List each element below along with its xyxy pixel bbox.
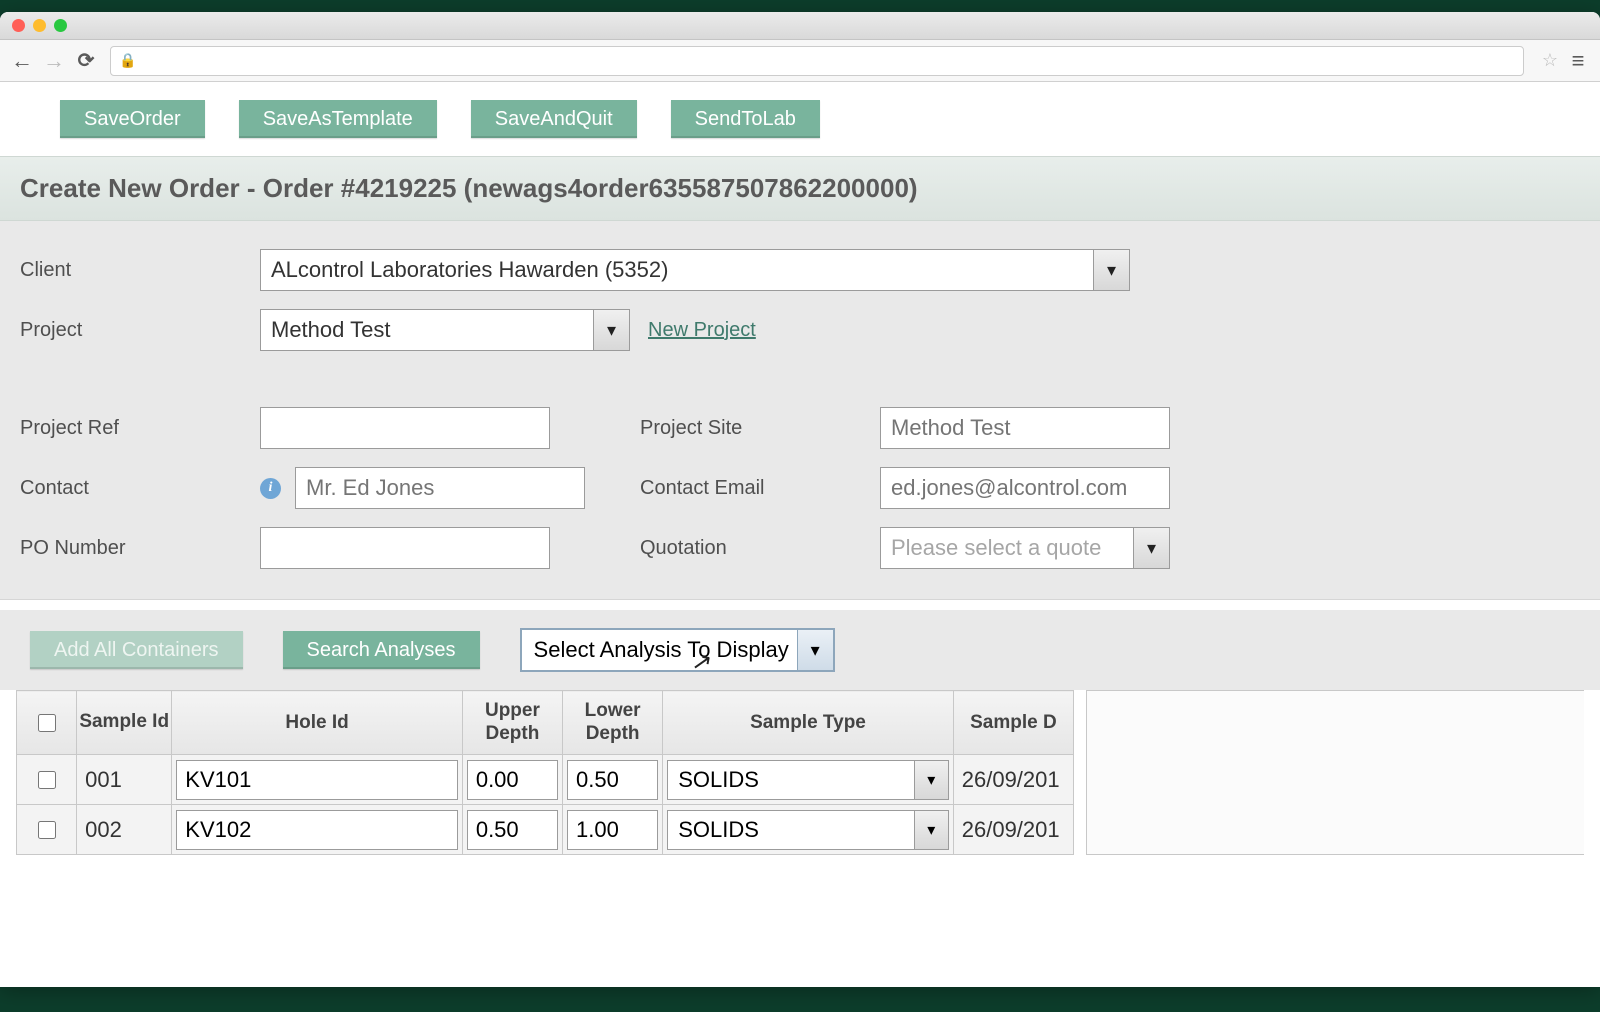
- info-icon[interactable]: i: [260, 478, 281, 499]
- reload-button[interactable]: ⟳: [74, 49, 98, 73]
- lower-depth-input[interactable]: [567, 810, 658, 850]
- contact-label: Contact: [20, 477, 260, 500]
- table-row: 001 SOLIDS▾ 26/09/201: [17, 755, 1074, 805]
- chevron-down-icon: ▾: [1133, 528, 1169, 568]
- sample-type-select[interactable]: SOLIDS▾: [667, 810, 949, 850]
- po-number-label: PO Number: [20, 537, 260, 560]
- column-upper-depth: Upper Depth: [462, 691, 562, 755]
- lock-icon: 🔒: [119, 52, 136, 69]
- save-as-template-button[interactable]: SaveAsTemplate: [239, 100, 437, 138]
- back-button[interactable]: ←: [10, 49, 34, 73]
- analysis-display-value: Select Analysis To Display: [534, 637, 789, 663]
- table-row: 002 SOLIDS▾ 26/09/201: [17, 805, 1074, 855]
- browser-window: ← → ⟳ 🔒 ☆ ≡ SaveOrder SaveAsTemplate Sav…: [0, 12, 1600, 987]
- chevron-down-icon: ▾: [1093, 250, 1129, 290]
- project-select-value: Method Test: [271, 317, 390, 343]
- hole-id-input[interactable]: [176, 810, 458, 850]
- column-sample-date: Sample D: [953, 691, 1073, 755]
- window-titlebar: [0, 12, 1600, 40]
- table-header-row: Sample Id Hole Id Upper Depth Lower Dept…: [17, 691, 1074, 755]
- window-controls: [12, 19, 67, 32]
- select-all-checkbox[interactable]: [38, 714, 56, 732]
- chevron-down-icon: ▾: [593, 310, 629, 350]
- sample-id-cell: 002: [77, 805, 171, 854]
- action-toolbar: SaveOrder SaveAsTemplate SaveAndQuit Sen…: [0, 82, 1600, 156]
- sample-date-cell: 26/09/201: [954, 805, 1073, 854]
- po-number-input[interactable]: [260, 527, 550, 569]
- address-bar[interactable]: 🔒: [110, 46, 1524, 76]
- analysis-display-select[interactable]: Select Analysis To Display ▾: [520, 628, 835, 672]
- hamburger-menu-icon[interactable]: ≡: [1566, 48, 1590, 74]
- samples-table: Sample Id Hole Id Upper Depth Lower Dept…: [16, 690, 1074, 855]
- order-form: Client ALcontrol Laboratories Hawarden (…: [0, 221, 1600, 600]
- page-title: Create New Order - Order #4219225 (newag…: [20, 173, 1580, 204]
- project-label: Project: [20, 319, 260, 342]
- save-order-button[interactable]: SaveOrder: [60, 100, 205, 138]
- chevron-down-icon: ▾: [797, 630, 833, 670]
- page-content: SaveOrder SaveAsTemplate SaveAndQuit Sen…: [0, 82, 1600, 987]
- quotation-select[interactable]: Please select a quote ▾: [880, 527, 1170, 569]
- browser-toolbar: ← → ⟳ 🔒 ☆ ≡: [0, 40, 1600, 82]
- forward-button[interactable]: →: [42, 49, 66, 73]
- row-checkbox[interactable]: [38, 821, 56, 839]
- search-analyses-button[interactable]: Search Analyses: [283, 631, 480, 669]
- hole-id-input[interactable]: [176, 760, 458, 800]
- save-and-quit-button[interactable]: SaveAndQuit: [471, 100, 637, 138]
- app-root: SaveOrder SaveAsTemplate SaveAndQuit Sen…: [0, 82, 1600, 855]
- sample-type-select[interactable]: SOLIDS▾: [667, 760, 949, 800]
- close-window-button[interactable]: [12, 19, 25, 32]
- project-ref-label: Project Ref: [20, 417, 260, 440]
- column-sample-id: Sample Id: [77, 691, 172, 755]
- upper-depth-input[interactable]: [467, 810, 558, 850]
- upper-depth-input[interactable]: [467, 760, 558, 800]
- side-panel: [1086, 690, 1584, 855]
- new-project-link[interactable]: New Project: [648, 319, 756, 342]
- column-lower-depth: Lower Depth: [563, 691, 663, 755]
- maximize-window-button[interactable]: [54, 19, 67, 32]
- project-select[interactable]: Method Test ▾: [260, 309, 630, 351]
- quotation-label: Quotation: [640, 537, 880, 560]
- column-sample-type: Sample Type: [663, 691, 954, 755]
- chevron-down-icon: ▾: [914, 761, 948, 799]
- project-ref-input[interactable]: [260, 407, 550, 449]
- lower-depth-input[interactable]: [567, 760, 658, 800]
- add-all-containers-button: Add All Containers: [30, 631, 243, 669]
- client-select-value: ALcontrol Laboratories Hawarden (5352): [271, 257, 668, 283]
- sample-date-cell: 26/09/201: [954, 755, 1073, 804]
- contact-email-input[interactable]: [880, 467, 1170, 509]
- column-hole-id: Hole Id: [172, 691, 463, 755]
- send-to-lab-button[interactable]: SendToLab: [671, 100, 820, 138]
- table-actions: Add All Containers Search Analyses Selec…: [0, 600, 1600, 690]
- chevron-down-icon: ▾: [914, 811, 948, 849]
- quotation-select-placeholder: Please select a quote: [891, 535, 1101, 561]
- project-site-label: Project Site: [640, 417, 880, 440]
- row-checkbox[interactable]: [38, 771, 56, 789]
- minimize-window-button[interactable]: [33, 19, 46, 32]
- bookmark-star-icon[interactable]: ☆: [1542, 50, 1558, 71]
- page-header: Create New Order - Order #4219225 (newag…: [0, 156, 1600, 221]
- contact-email-label: Contact Email: [640, 477, 880, 500]
- client-label: Client: [20, 259, 260, 282]
- sample-id-cell: 001: [77, 755, 171, 804]
- contact-input[interactable]: [295, 467, 585, 509]
- client-select[interactable]: ALcontrol Laboratories Hawarden (5352) ▾: [260, 249, 1130, 291]
- project-site-input[interactable]: [880, 407, 1170, 449]
